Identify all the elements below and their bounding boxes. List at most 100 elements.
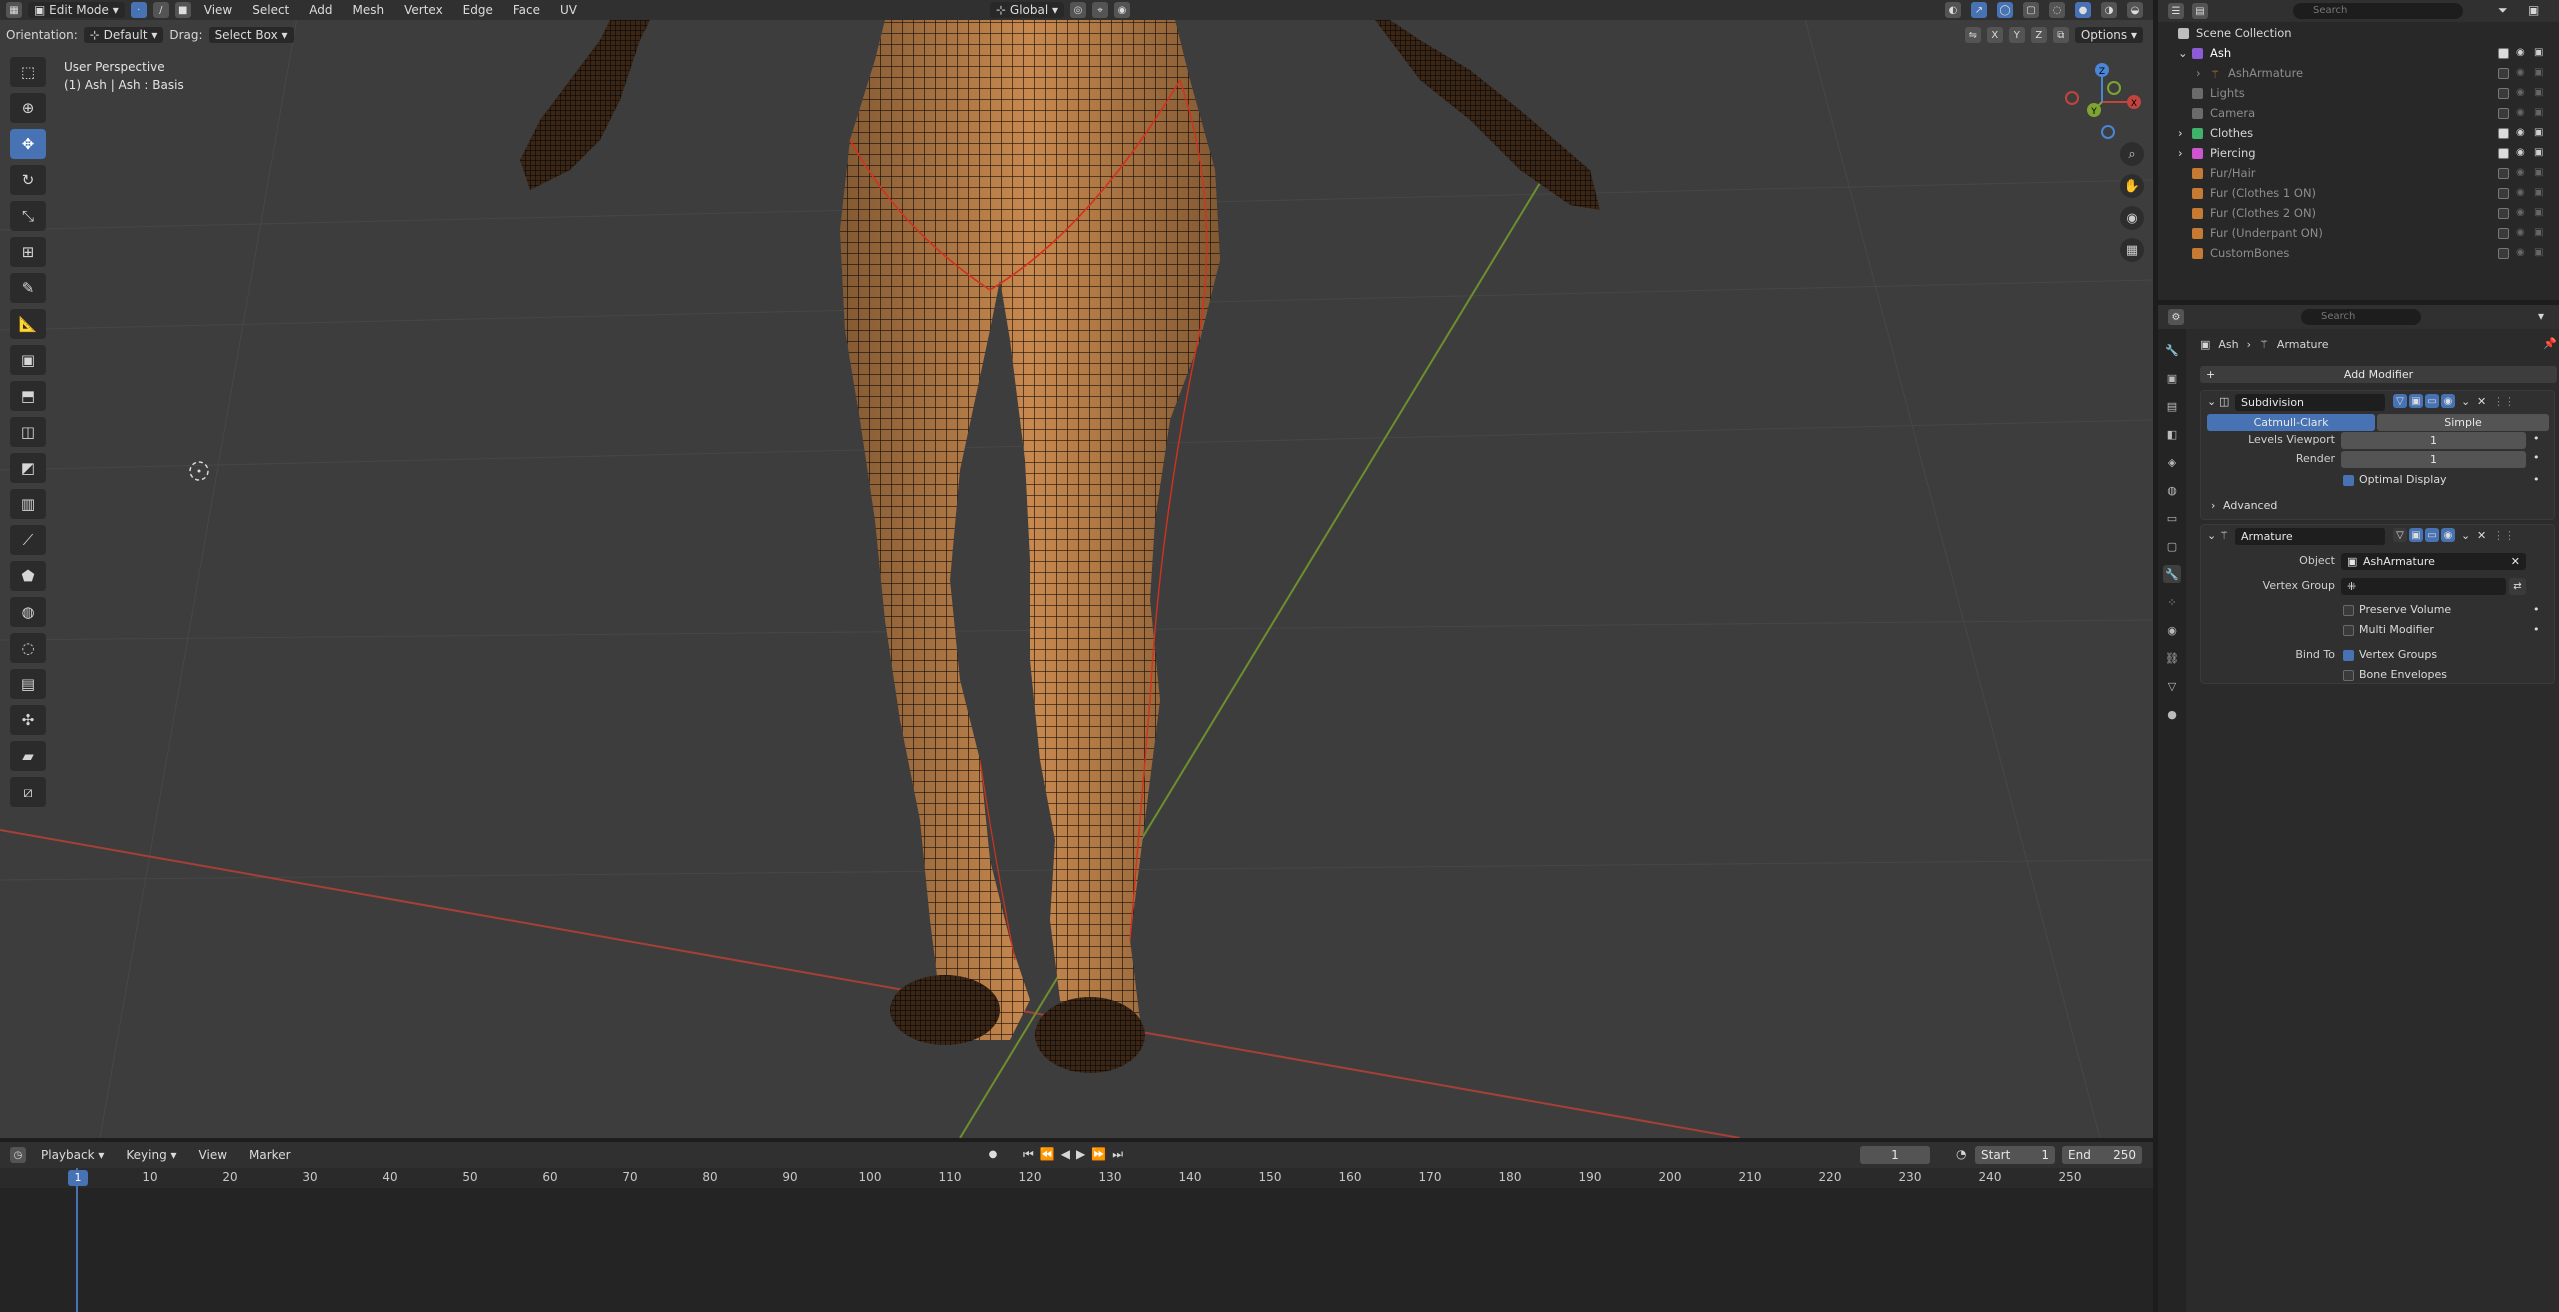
vertex-group-field[interactable]: ⁜	[2341, 578, 2506, 595]
outliner-row[interactable]: Fur (Underpant ON) ◉ ▣	[2158, 223, 2559, 243]
outliner[interactable]: ☰ ▤ Search ⏷ ▣ Scene Collection ⌄ Ash ◉ ▣ › ⚚ A…	[2158, 0, 2559, 300]
pivot-icon[interactable]: ◎	[1070, 2, 1087, 18]
edit-mode-icon[interactable]: ▣	[2409, 394, 2423, 408]
exclude-checkbox[interactable]	[2498, 227, 2509, 239]
options-dropdown[interactable]: Options ▾	[2074, 27, 2143, 43]
zoom-icon[interactable]: ⌕	[2120, 142, 2144, 166]
start-frame-field[interactable]: Start 1	[1975, 1146, 2055, 1164]
tab-object-icon[interactable]: ▢	[2163, 537, 2181, 555]
invert-vertex-group-icon[interactable]: ⇄	[2509, 578, 2526, 595]
jump-keyframe-forward-icon[interactable]: ⏩	[1091, 1147, 1106, 1161]
armature-realtime-icon[interactable]: ▭	[2425, 528, 2439, 542]
eye-icon[interactable]: ◉	[2516, 67, 2528, 79]
camera-icon[interactable]: ▣	[2534, 227, 2546, 239]
playhead[interactable]	[76, 1168, 78, 1312]
camera-icon[interactable]: ▣	[2534, 67, 2546, 79]
exclude-checkbox[interactable]	[2498, 107, 2509, 119]
object-field[interactable]: ▣ AshArmature ✕	[2341, 553, 2526, 570]
exclude-checkbox[interactable]	[2498, 187, 2509, 199]
tab-data-icon[interactable]: ▽	[2163, 677, 2181, 695]
armature-drag-handle-icon[interactable]: ⋮⋮	[2493, 529, 2515, 542]
tab-material-icon[interactable]: ●	[2163, 705, 2181, 723]
armature-collapse-chevron-icon[interactable]: ⌄	[2207, 529, 2216, 542]
add-cube-tool-icon[interactable]: ▣	[10, 345, 46, 375]
outliner-row[interactable]: Fur (Clothes 2 ON) ◉ ▣	[2158, 203, 2559, 223]
expand-chevron-icon[interactable]: ›	[2178, 146, 2183, 160]
extrude-tool-icon[interactable]: ⬒	[10, 381, 46, 411]
outliner-editor-type-icon[interactable]: ☰	[2168, 3, 2184, 19]
poly-build-tool-icon[interactable]: ⬟	[10, 561, 46, 591]
armature-name-field[interactable]: Armature	[2235, 528, 2385, 545]
bone-envelopes-checkbox[interactable]	[2343, 670, 2354, 681]
3d-viewport[interactable]: ▦ ▣ Edit Mode ▾ · / ■ View Select Add Me…	[0, 0, 2153, 1138]
shrink-fatten-tool-icon[interactable]: ✣	[10, 705, 46, 735]
exclude-checkbox[interactable]	[2498, 147, 2509, 159]
shading-material-icon[interactable]: ◑	[2101, 2, 2117, 18]
outliner-row[interactable]: › Piercing ◉ ▣	[2158, 143, 2559, 163]
cursor-tool-icon[interactable]: ⊕	[10, 93, 46, 123]
axis-y-toggle[interactable]: Y	[2008, 27, 2025, 43]
playhead-frame-badge[interactable]: 1	[68, 1170, 88, 1186]
menu-edge[interactable]: Edge	[456, 3, 500, 17]
rip-region-tool-icon[interactable]: ⧄	[10, 777, 46, 807]
camera-icon[interactable]: ▣	[2534, 107, 2546, 119]
render-icon[interactable]: ◉	[2441, 394, 2455, 408]
subdivision-name-field[interactable]: Subdivision	[2235, 394, 2385, 411]
editor-type-icon[interactable]: ▦	[6, 2, 22, 18]
subdivision-collapse-chevron-icon[interactable]: ⌄	[2207, 395, 2216, 408]
camera-icon[interactable]: ▣	[2534, 87, 2546, 99]
end-frame-field[interactable]: End 250	[2062, 1146, 2142, 1164]
expand-chevron-icon[interactable]: ›	[2196, 66, 2201, 80]
overlay-toggle-icon[interactable]: ◯	[1997, 2, 2013, 18]
levels-viewport-keyframe-icon[interactable]: •	[2533, 432, 2540, 445]
multi-modifier-keyframe-icon[interactable]: •	[2533, 623, 2540, 636]
timeline-ruler[interactable]: 10 20 30 40 50 60 70 80 90 100 110 120 130 140 150 160 1…	[0, 1168, 2153, 1188]
inset-tool-icon[interactable]: ◫	[10, 417, 46, 447]
display-mode-icon[interactable]: ▤	[2192, 3, 2208, 19]
advanced-subpanel-header[interactable]: Advanced	[2223, 499, 2277, 512]
gizmo-toggle-icon[interactable]: ↗	[1971, 2, 1987, 18]
properties-search[interactable]: Search	[2301, 309, 2421, 325]
tab-scene-icon[interactable]: ◈	[2163, 453, 2181, 471]
armature-edit-mode-icon[interactable]: ▣	[2409, 528, 2423, 542]
transform-tool-icon[interactable]: ⊞	[10, 237, 46, 267]
ortho-grid-icon[interactable]: ▦	[2120, 238, 2144, 262]
move-tool-icon[interactable]: ✥	[10, 129, 46, 159]
subdivision-dropdown-icon[interactable]: ⌄	[2461, 395, 2470, 408]
snap-icon[interactable]: ⌖	[1092, 2, 1109, 18]
exclude-checkbox[interactable]	[2498, 167, 2509, 179]
exclude-checkbox[interactable]	[2498, 207, 2509, 219]
optimal-display-checkbox[interactable]	[2343, 475, 2354, 486]
outliner-row[interactable]: › ⚚ AshArmature ◉ ▣	[2158, 63, 2559, 83]
outliner-row[interactable]: Camera ◉ ▣	[2158, 103, 2559, 123]
shading-rendered-icon[interactable]: ◒	[2127, 2, 2143, 18]
tab-world-icon[interactable]: ◍	[2163, 481, 2181, 499]
timeline-editor-type-icon[interactable]: ◷	[10, 1147, 26, 1163]
filter-icon[interactable]: ⏷	[2498, 3, 2508, 18]
edit-cage-icon[interactable]: ▽	[2393, 394, 2407, 408]
pan-hand-icon[interactable]: ✋	[2120, 174, 2144, 198]
menu-vertex[interactable]: Vertex	[397, 3, 450, 17]
tab-constraints-icon[interactable]: ⛓	[2163, 649, 2181, 667]
eye-icon[interactable]: ◉	[2516, 87, 2528, 99]
armature-render-icon[interactable]: ◉	[2441, 528, 2455, 542]
play-reverse-icon[interactable]: ◀	[1061, 1147, 1070, 1161]
levels-viewport-field[interactable]: 1	[2341, 432, 2526, 449]
optimal-display-keyframe-icon[interactable]: •	[2533, 473, 2540, 486]
bevel-tool-icon[interactable]: ◩	[10, 453, 46, 483]
exclude-checkbox[interactable]	[2498, 47, 2509, 59]
outliner-row[interactable]: CustomBones ◉ ▣	[2158, 243, 2559, 263]
properties-options-icon[interactable]: ▾	[2538, 309, 2544, 323]
mirror-icon[interactable]: ⇋	[1964, 27, 1981, 43]
timeline-editor[interactable]: ◷ Playback ▾ Keying ▾ View Marker ● ⏮ ⏪ …	[0, 1142, 2153, 1312]
add-modifier-button[interactable]: + Add Modifier	[2200, 366, 2557, 383]
orientation-dropdown[interactable]: ⊹ Default ▾	[83, 27, 164, 43]
simple-button[interactable]: Simple	[2377, 414, 2549, 431]
visibility-icon[interactable]: ◐	[1945, 2, 1961, 18]
subdivision-drag-handle-icon[interactable]: ⋮⋮	[2493, 395, 2515, 408]
armature-dropdown-icon[interactable]: ⌄	[2461, 529, 2470, 542]
scale-tool-icon[interactable]: ⤡	[10, 201, 46, 231]
proportional-edit-icon[interactable]: ◉	[1114, 2, 1131, 18]
menu-view[interactable]: View	[197, 3, 239, 17]
eye-icon[interactable]: ◉	[2516, 167, 2528, 179]
